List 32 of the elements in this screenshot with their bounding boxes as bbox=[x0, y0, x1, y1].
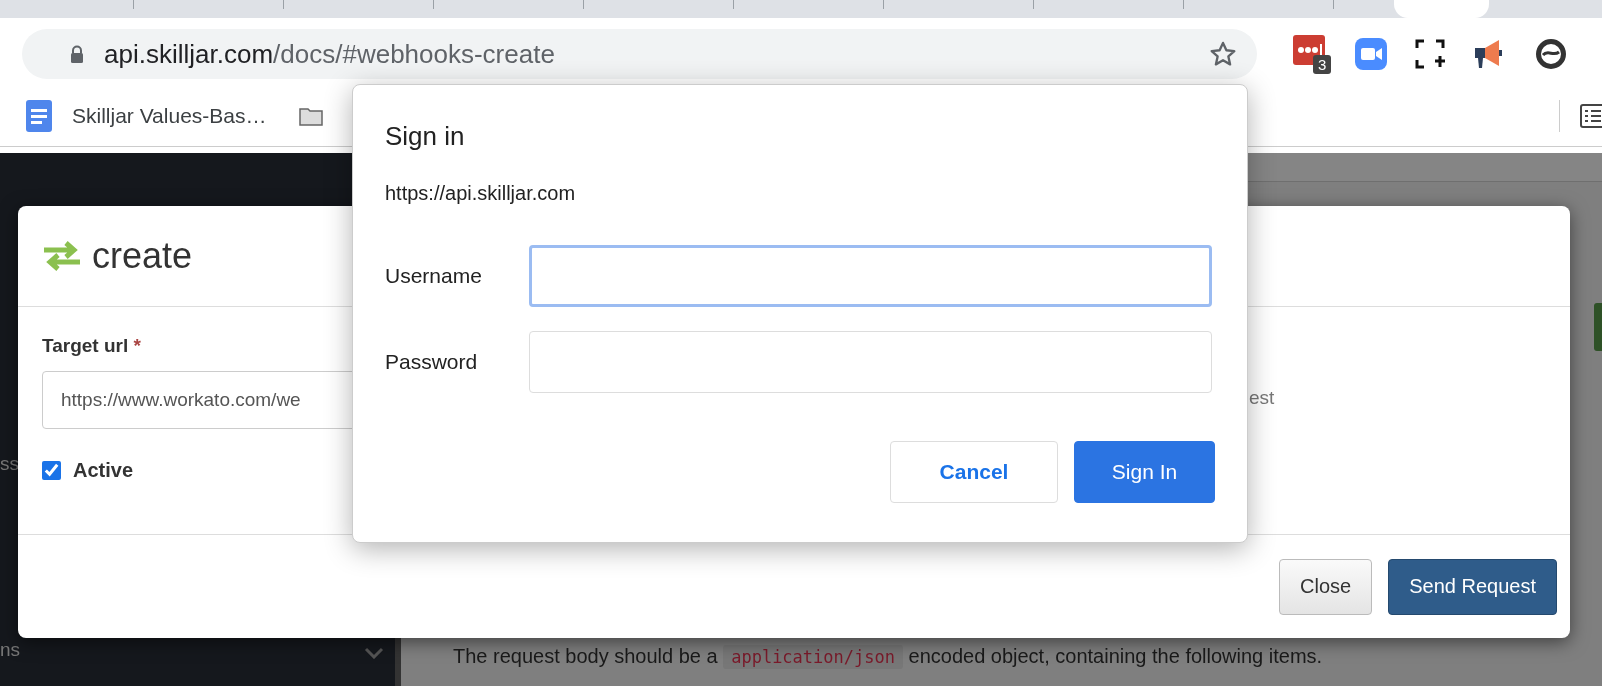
circle-logo-icon[interactable] bbox=[1535, 38, 1567, 70]
screenshot-icon[interactable] bbox=[1415, 39, 1445, 69]
field-label: Target url * bbox=[42, 335, 141, 357]
swap-arrows-icon bbox=[42, 241, 82, 271]
dialog-title: Sign in bbox=[385, 121, 466, 152]
active-checkbox[interactable] bbox=[42, 461, 61, 480]
address-bar[interactable]: api.skilljar.com/docs/#webhooks-create bbox=[22, 29, 1257, 79]
site-url: https://api.skilljar.com bbox=[385, 182, 577, 205]
bookmark-star-icon[interactable] bbox=[1209, 40, 1237, 68]
send-button[interactable]: Send Request bbox=[1388, 558, 1557, 615]
document-icon bbox=[26, 100, 52, 132]
url-text: api.skilljar.com/docs/#webhooks-create bbox=[104, 38, 556, 70]
checkbox-label: Active bbox=[73, 459, 134, 482]
lock-icon bbox=[70, 45, 84, 63]
text-field[interactable] bbox=[529, 331, 1212, 393]
close-button[interactable]: Close bbox=[1279, 558, 1373, 615]
bookmark-item[interactable]: Skilljar Values-Bas… bbox=[26, 100, 267, 132]
body-text: The request body should be a application/json encoded object, containing the following items. bbox=[453, 645, 1323, 668]
reading-list-icon[interactable] bbox=[1580, 103, 1602, 129]
chevron-down-icon[interactable] bbox=[364, 647, 384, 659]
folder-icon[interactable] bbox=[298, 106, 323, 126]
sidebar-item[interactable]: ss bbox=[0, 453, 19, 475]
video-camera-icon[interactable] bbox=[1355, 38, 1387, 70]
field-label: Password bbox=[385, 350, 479, 374]
field-label: Username bbox=[385, 264, 483, 288]
cancel-button[interactable]: Cancel bbox=[890, 441, 1058, 503]
modal-title: create bbox=[92, 235, 193, 277]
hint-text: est bbox=[1249, 387, 1275, 409]
sidebar-item[interactable]: ns bbox=[0, 639, 21, 661]
count-badge: 3 bbox=[1313, 55, 1332, 74]
sign-in-button[interactable]: Sign In bbox=[1074, 441, 1215, 503]
text-field[interactable] bbox=[529, 245, 1212, 307]
